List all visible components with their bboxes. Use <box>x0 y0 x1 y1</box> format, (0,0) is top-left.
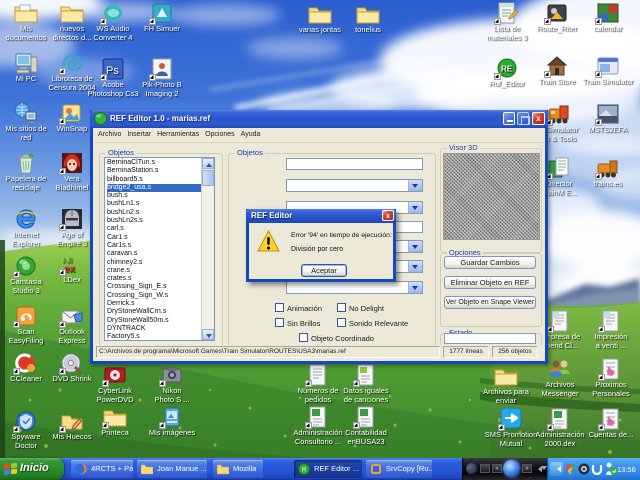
svg-text:R: R <box>302 468 307 474</box>
svg-text:RE: RE <box>501 65 513 74</box>
svg-text:Ps: Ps <box>106 65 119 77</box>
